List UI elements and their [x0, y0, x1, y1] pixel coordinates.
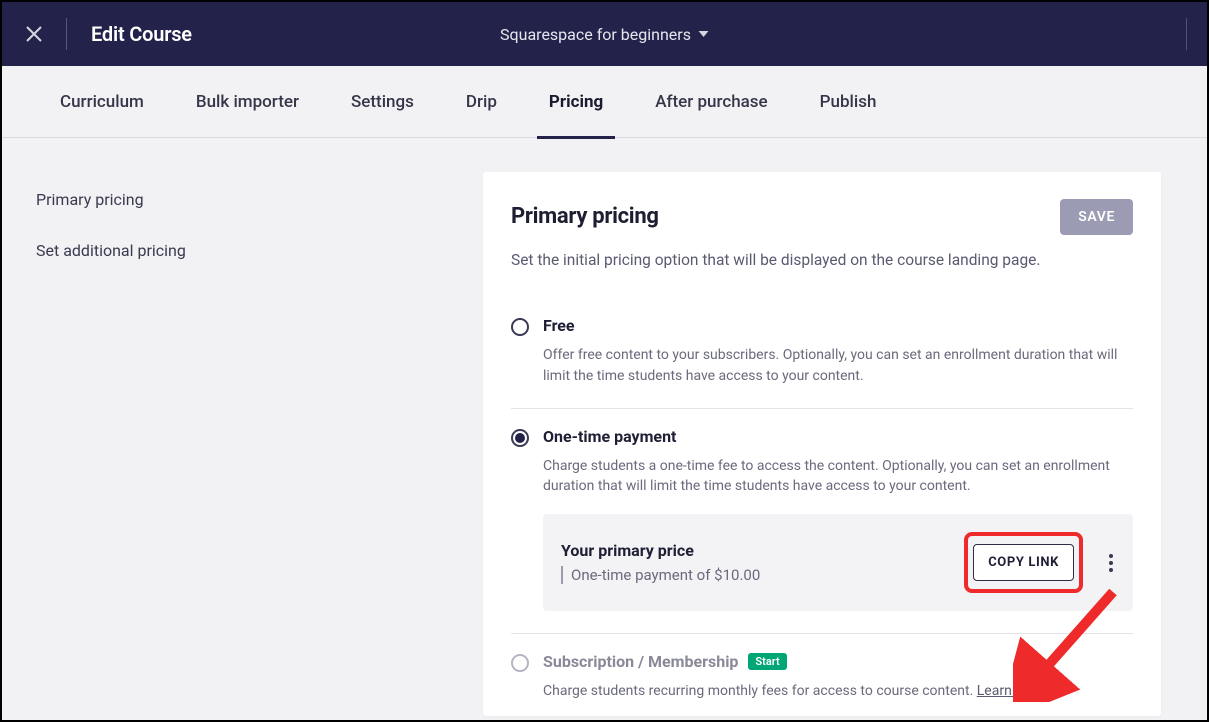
option-free-title: Free	[543, 316, 1133, 335]
tab-drip[interactable]: Drip	[466, 66, 497, 138]
tab-settings[interactable]: Settings	[351, 66, 414, 138]
panel-subtitle: Set the initial pricing option that will…	[511, 249, 1133, 272]
option-one-time-desc: Charge students a one-time fee to access…	[543, 456, 1133, 497]
radio-subscription[interactable]	[511, 654, 529, 672]
sidebar-item-primary-pricing[interactable]: Primary pricing	[36, 190, 483, 209]
tab-curriculum[interactable]: Curriculum	[60, 66, 144, 138]
option-subscription-desc: Charge students recurring monthly fees f…	[543, 681, 1133, 702]
external-link-icon: ↗	[1052, 684, 1063, 699]
tab-pricing[interactable]: Pricing	[549, 66, 603, 138]
save-button[interactable]: SAVE	[1060, 199, 1133, 235]
more-options-icon[interactable]	[1109, 554, 1113, 572]
divider	[1186, 18, 1187, 50]
tab-bar: Curriculum Bulk importer Settings Drip P…	[2, 66, 1207, 138]
primary-price-card: Your primary price One-time payment of $…	[543, 514, 1133, 611]
close-icon[interactable]	[2, 2, 66, 66]
copy-link-button[interactable]: COPY LINK	[973, 544, 1074, 581]
tab-bulk-importer[interactable]: Bulk importer	[196, 66, 299, 138]
sidebar-item-additional-pricing[interactable]: Set additional pricing	[36, 241, 483, 260]
tab-publish[interactable]: Publish	[820, 66, 877, 138]
tab-after-purchase[interactable]: After purchase	[655, 66, 767, 138]
option-subscription: Subscription / Membership Start Charge s…	[511, 634, 1133, 706]
start-badge: Start	[748, 653, 786, 670]
radio-free[interactable]	[511, 318, 529, 336]
option-subscription-title: Subscription / Membership Start	[543, 652, 1133, 671]
option-free: Free Offer free content to your subscrib…	[511, 298, 1133, 409]
page-title: Edit Course	[91, 22, 192, 46]
option-free-desc: Offer free content to your subscribers. …	[543, 345, 1133, 386]
radio-one-time[interactable]	[511, 429, 529, 447]
top-bar: Edit Course Squarespace for beginners	[2, 2, 1207, 66]
course-name: Squarespace for beginners	[500, 25, 691, 44]
primary-pricing-panel: Primary pricing SAVE Set the initial pri…	[483, 172, 1161, 716]
panel-title: Primary pricing	[511, 204, 659, 229]
pricing-sidebar: Primary pricing Set additional pricing	[36, 172, 483, 716]
option-subscription-title-text: Subscription / Membership	[543, 652, 738, 671]
learn-more-link[interactable]: Learn more	[977, 683, 1048, 699]
option-one-time-title: One-time payment	[543, 427, 1133, 446]
price-card-title: Your primary price	[561, 541, 760, 560]
caret-down-icon	[699, 31, 709, 37]
divider	[66, 18, 67, 50]
option-one-time: One-time payment Charge students a one-t…	[511, 409, 1133, 635]
course-selector[interactable]: Squarespace for beginners	[500, 25, 709, 44]
annotation-highlight: COPY LINK	[964, 532, 1083, 593]
price-card-value: One-time payment of $10.00	[561, 566, 760, 584]
